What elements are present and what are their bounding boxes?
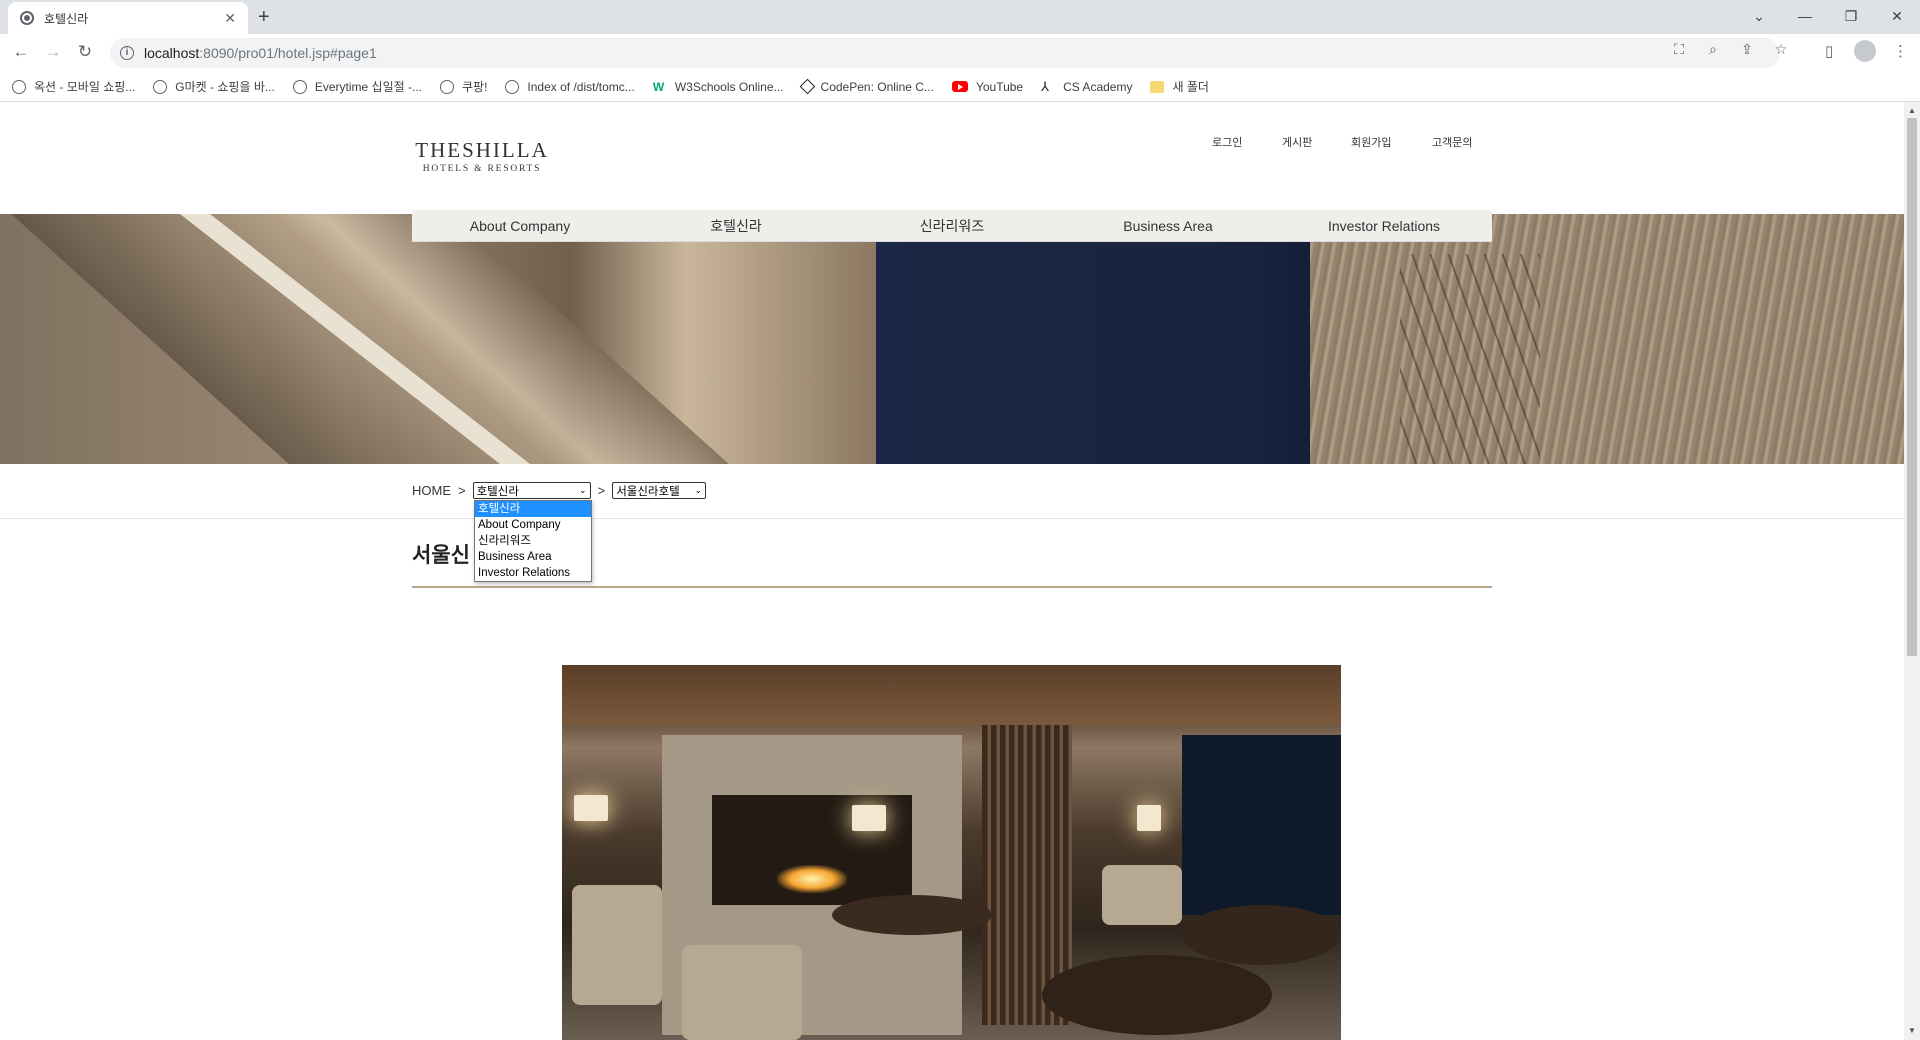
site-info-icon[interactable]: i: [120, 46, 134, 60]
browser-toolbar: ← → ↻ i localhost:8090/pro01/hotel.jsp#p…: [0, 34, 1920, 72]
tab-strip: 호텔신라 ✕ + ⌄ — ❐ ✕: [0, 0, 1920, 34]
page-viewport: THESHILLA HOTELS & RESORTS 로그인 게시판 회원가입 …: [0, 102, 1904, 1040]
globe-icon: [440, 79, 454, 94]
signup-link[interactable]: 회원가입: [1351, 134, 1391, 150]
close-tab-icon[interactable]: ✕: [224, 10, 236, 27]
site-logo[interactable]: THESHILLA HOTELS & RESORTS: [412, 138, 552, 174]
back-icon[interactable]: ←: [10, 42, 32, 62]
divider: [0, 518, 1904, 519]
youtube-icon: [951, 81, 968, 92]
dropdown-option[interactable]: 호텔신라: [475, 501, 591, 517]
global-nav: About Company 호텔신라 신라리워즈 Business Area I…: [412, 210, 1492, 242]
bookmark-item[interactable]: ⅄ CS Academy: [1041, 78, 1132, 94]
bookmark-item[interactable]: W W3Schools Online...: [653, 80, 784, 94]
bookmark-item[interactable]: Everytime 십일절 -...: [292, 78, 422, 95]
contact-link[interactable]: 고객문의: [1432, 134, 1472, 150]
gnb-hotel-shilla[interactable]: 호텔신라: [628, 216, 844, 236]
title-divider: [412, 586, 1492, 588]
dropdown-option[interactable]: 신라리워즈: [475, 533, 591, 549]
globe-icon: [505, 79, 520, 94]
hotel-select[interactable]: 서울신라호텔 ⌄: [612, 482, 707, 499]
bookmark-item[interactable]: 옥션 - 모바일 쇼핑...: [12, 78, 135, 95]
reload-icon[interactable]: ↻: [74, 42, 96, 62]
minimize-icon[interactable]: —: [1782, 4, 1828, 28]
translate-icon[interactable]: ⛶: [1670, 41, 1688, 58]
globe-icon: [20, 11, 34, 25]
url-host: localhost: [144, 45, 200, 61]
profile-avatar-icon[interactable]: [1854, 40, 1876, 62]
bookmark-item[interactable]: YouTube: [951, 80, 1023, 94]
hotel-lounge-photo: [562, 665, 1341, 1040]
globe-icon: [153, 79, 168, 94]
w3schools-icon: W: [652, 79, 665, 94]
breadcrumb: HOME > 호텔신라 ⌄ > 서울신라호텔 ⌄: [412, 482, 707, 499]
bookmarks-bar: 옥션 - 모바일 쇼핑... G마켓 - 쇼핑을 바... Everytime …: [0, 72, 1920, 102]
bookmark-item[interactable]: G마켓 - 쇼핑을 바...: [153, 78, 275, 95]
breadcrumb-separator: >: [597, 483, 606, 498]
chevron-down-icon: ⌄: [694, 485, 703, 495]
gnb-about-company[interactable]: About Company: [412, 218, 628, 234]
category-select[interactable]: 호텔신라 ⌄: [472, 482, 591, 499]
gnb-business-area[interactable]: Business Area: [1060, 218, 1276, 234]
breadcrumb-separator: >: [458, 483, 466, 498]
dropdown-option[interactable]: Business Area: [475, 549, 591, 565]
new-tab-button[interactable]: +: [258, 6, 270, 29]
bookmark-item[interactable]: 쿠팡!: [440, 78, 487, 95]
browser-tab[interactable]: 호텔신라 ✕: [8, 2, 248, 34]
scroll-down-icon[interactable]: ▼: [1908, 1026, 1916, 1035]
window-close-icon[interactable]: ✕: [1874, 4, 1920, 28]
folder-icon: [1150, 80, 1165, 93]
scrollbar-thumb[interactable]: [1907, 118, 1917, 656]
gnb-investor-relations[interactable]: Investor Relations: [1276, 218, 1492, 234]
menu-icon[interactable]: ⋮: [1893, 42, 1908, 60]
dropdown-option[interactable]: About Company: [475, 517, 591, 533]
dropdown-option[interactable]: Investor Relations: [475, 565, 591, 581]
bookmark-star-icon[interactable]: ☆: [1772, 41, 1790, 58]
gnb-shilla-rewards[interactable]: 신라리워즈: [844, 216, 1060, 236]
restore-icon[interactable]: ❐: [1828, 4, 1874, 28]
chevron-down-icon: ⌄: [579, 485, 587, 495]
logo-tagline: HOTELS & RESORTS: [422, 164, 542, 174]
hero-banner-image: [0, 214, 1904, 464]
bookmark-item[interactable]: 새 폴더: [1150, 78, 1209, 95]
zoom-icon[interactable]: ⌕: [1704, 41, 1722, 58]
bookmark-item[interactable]: Index of /dist/tomc...: [505, 79, 635, 94]
forward-icon[interactable]: →: [42, 42, 64, 62]
scroll-up-icon[interactable]: ▲: [1908, 106, 1916, 115]
tab-title: 호텔신라: [44, 11, 89, 26]
share-icon[interactable]: ⇪: [1738, 41, 1756, 58]
category-dropdown-list: 호텔신라 About Company 신라리워즈 Business Area I…: [474, 500, 592, 582]
login-link[interactable]: 로그인: [1212, 134, 1242, 150]
globe-icon: [292, 79, 307, 94]
tab-search-icon[interactable]: ⌄: [1736, 4, 1782, 28]
globe-icon: [12, 79, 26, 94]
address-bar-actions: ⛶ ⌕ ⇪ ☆: [1670, 41, 1790, 58]
address-bar[interactable]: i localhost:8090/pro01/hotel.jsp#page1: [110, 38, 1780, 68]
bookmark-item[interactable]: CodePen: Online C...: [799, 78, 934, 95]
page-scrollbar[interactable]: ▲ ▼: [1904, 102, 1920, 1040]
board-link[interactable]: 게시판: [1282, 134, 1312, 150]
cs-academy-icon: ⅄: [1041, 78, 1050, 94]
browser-chrome: 호텔신라 ✕ + ⌄ — ❐ ✕ ← → ↻ i localhost:8090/…: [0, 0, 1920, 102]
side-panel-icon[interactable]: ▯: [1825, 42, 1833, 60]
page-title: 서울신: [412, 544, 470, 567]
codepen-icon: [799, 78, 815, 95]
url-path: :8090/pro01/hotel.jsp#page1: [199, 45, 377, 61]
breadcrumb-home[interactable]: HOME: [412, 483, 451, 498]
logo-wordmark: THESHILLA: [415, 138, 549, 162]
